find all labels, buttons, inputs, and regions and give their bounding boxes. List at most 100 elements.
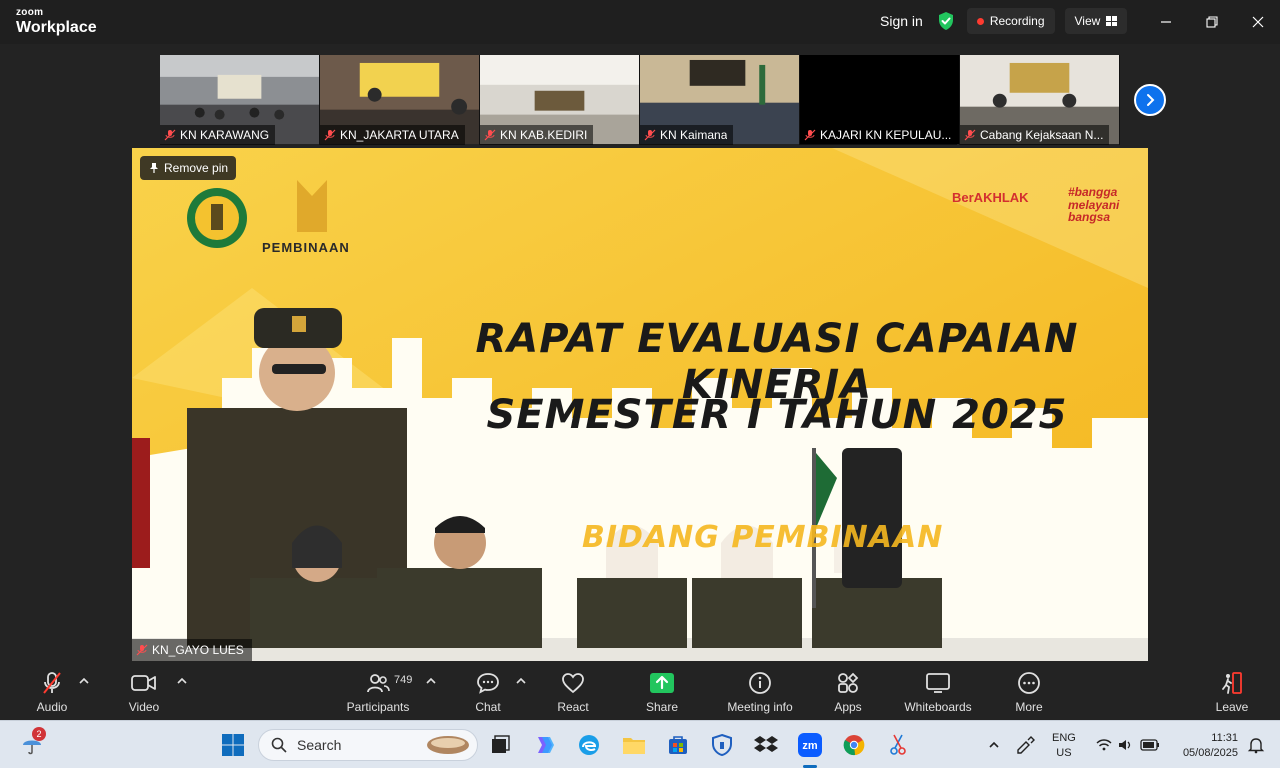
participants-label: Participants	[346, 700, 410, 714]
edge-button[interactable]	[575, 731, 603, 759]
chrome-button[interactable]	[840, 731, 868, 759]
minimize-icon	[1161, 21, 1171, 23]
muted-mic-icon	[644, 129, 656, 141]
next-page-button[interactable]	[1134, 84, 1166, 116]
dropbox-icon	[754, 736, 778, 752]
speaker-name-label: KN_GAYO LUES	[132, 639, 252, 661]
sign-in-button[interactable]: Sign in	[872, 8, 931, 34]
video-button[interactable]: Video	[104, 670, 184, 714]
show-hidden-icons-button[interactable]	[980, 731, 1008, 759]
task-view-button[interactable]	[486, 731, 514, 759]
close-button[interactable]	[1248, 12, 1268, 32]
chat-options-chevron-up-icon[interactable]	[516, 676, 526, 686]
minimize-button[interactable]	[1156, 12, 1176, 32]
shield-icon	[712, 733, 732, 757]
snipping-tool-button[interactable]	[884, 731, 912, 759]
whiteboards-label: Whiteboards	[904, 700, 972, 714]
app-logo: zoom Workplace	[16, 8, 97, 36]
scissors-icon	[890, 734, 906, 755]
berakhlak-logo: BerAKHLAK	[952, 190, 1029, 205]
muted-mic-icon	[484, 129, 496, 141]
store-button[interactable]	[664, 731, 692, 759]
muted-mic-icon	[136, 644, 148, 656]
pen-settings-button[interactable]	[1012, 731, 1040, 759]
taskbar-search[interactable]: Search	[258, 729, 478, 761]
input-language[interactable]: ENG US	[1052, 731, 1076, 761]
whiteboard-icon	[926, 673, 950, 693]
store-icon	[669, 736, 687, 754]
close-icon	[1252, 16, 1264, 28]
participant-thumbnail[interactable]: KN KAB.KEDIRI	[480, 55, 640, 145]
vpn-button[interactable]	[708, 731, 736, 759]
chevron-up-icon	[989, 741, 999, 748]
muted-mic-icon	[164, 129, 176, 141]
view-button[interactable]: View	[1064, 8, 1128, 34]
apps-label: Apps	[834, 700, 862, 714]
share-button[interactable]: Share	[622, 670, 702, 714]
chat-label: Chat	[475, 700, 501, 714]
participant-thumbnail[interactable]: KN_JAKARTA UTARA	[320, 55, 480, 145]
participant-thumbnail[interactable]: KN Kaimana	[640, 55, 800, 145]
windows-taskbar: 2 Search zm ENG US 11:31 05/08/2025	[0, 720, 1280, 768]
thumbnail-label: KN Kaimana	[640, 125, 734, 145]
zoom-taskbar-button[interactable]: zm	[796, 731, 824, 759]
participant-count: 749	[394, 674, 413, 686]
leave-button[interactable]: Leave	[1192, 670, 1272, 714]
apps-icon	[838, 672, 859, 693]
thumbnail-label: KAJARI KN KEPULAU...	[800, 125, 958, 145]
chevron-right-icon	[1147, 94, 1155, 106]
copilot-button[interactable]	[531, 731, 559, 759]
dropbox-button[interactable]	[752, 731, 780, 759]
muted-mic-icon	[43, 672, 61, 694]
wifi-icon	[1096, 739, 1112, 751]
clock-date: 05/08/2025	[1182, 746, 1238, 759]
bell-icon	[1247, 738, 1265, 754]
more-button[interactable]: More	[989, 670, 1069, 714]
search-placeholder: Search	[297, 737, 342, 753]
task-view-icon	[492, 735, 510, 753]
thumbnail-name: KN KARAWANG	[180, 128, 270, 142]
system-clock[interactable]: 11:31 05/08/2025	[1174, 731, 1238, 761]
thumbnail-name: Cabang Kejaksaan N...	[980, 128, 1104, 142]
whiteboards-button[interactable]: Whiteboards	[898, 670, 978, 714]
copilot-icon	[538, 737, 554, 753]
edge-icon	[579, 735, 599, 755]
participant-thumbnail[interactable]: Cabang Kejaksaan N...	[960, 55, 1120, 145]
active-speaker-video[interactable]: PEMBINAAN BerAKHLAK #bangga melayani ban…	[132, 148, 1148, 661]
audio-options-chevron-up-icon[interactable]	[79, 676, 89, 686]
battery-status[interactable]	[1136, 731, 1164, 759]
apps-button[interactable]: Apps	[808, 670, 888, 714]
meeting-info-label: Meeting info	[727, 700, 793, 714]
shield-check-icon[interactable]	[937, 11, 955, 31]
remove-pin-button[interactable]: Remove pin	[140, 156, 237, 180]
lang-code: ENG	[1052, 732, 1076, 744]
more-label: More	[1015, 700, 1043, 714]
restore-button[interactable]	[1202, 12, 1222, 32]
search-highlight-icon	[427, 736, 469, 754]
start-button[interactable]	[219, 731, 247, 759]
meeting-info-button[interactable]: Meeting info	[720, 670, 800, 714]
speaker-icon	[1119, 740, 1131, 750]
zoom-window: zoom Workplace Sign in Recording View KN…	[0, 0, 1280, 720]
participants-icon	[367, 674, 390, 693]
thumbnail-label: KN_JAKARTA UTARA	[320, 125, 465, 145]
participant-thumbnail[interactable]: KAJARI KN KEPULAU...	[800, 55, 960, 145]
meeting-toolbar: Audio Video Participants 749 Chat React …	[0, 662, 1280, 720]
thumbnail-name: KAJARI KN KEPULAU...	[820, 128, 952, 142]
pin-icon	[150, 163, 158, 173]
headline-subtitle: SEMESTER I TAHUN 2025	[486, 392, 1068, 438]
react-button[interactable]: React	[533, 670, 613, 714]
participants-options-chevron-up-icon[interactable]	[426, 676, 436, 686]
video-options-chevron-up-icon[interactable]	[177, 676, 187, 686]
participant-thumbnail[interactable]: KN KARAWANG	[160, 55, 320, 145]
recording-indicator[interactable]: Recording	[966, 8, 1055, 34]
title-actions: Sign in Recording View	[872, 8, 1128, 34]
video-label: Video	[128, 700, 160, 714]
folder-icon	[623, 738, 645, 754]
title-bar: zoom Workplace Sign in Recording View	[0, 0, 1280, 44]
file-explorer-button[interactable]	[620, 731, 648, 759]
audio-label: Audio	[36, 700, 68, 714]
notifications-button[interactable]	[1242, 731, 1270, 759]
thumbnail-name: KN KAB.KEDIRI	[500, 128, 588, 142]
thumbnail-label: Cabang Kejaksaan N...	[960, 125, 1110, 145]
